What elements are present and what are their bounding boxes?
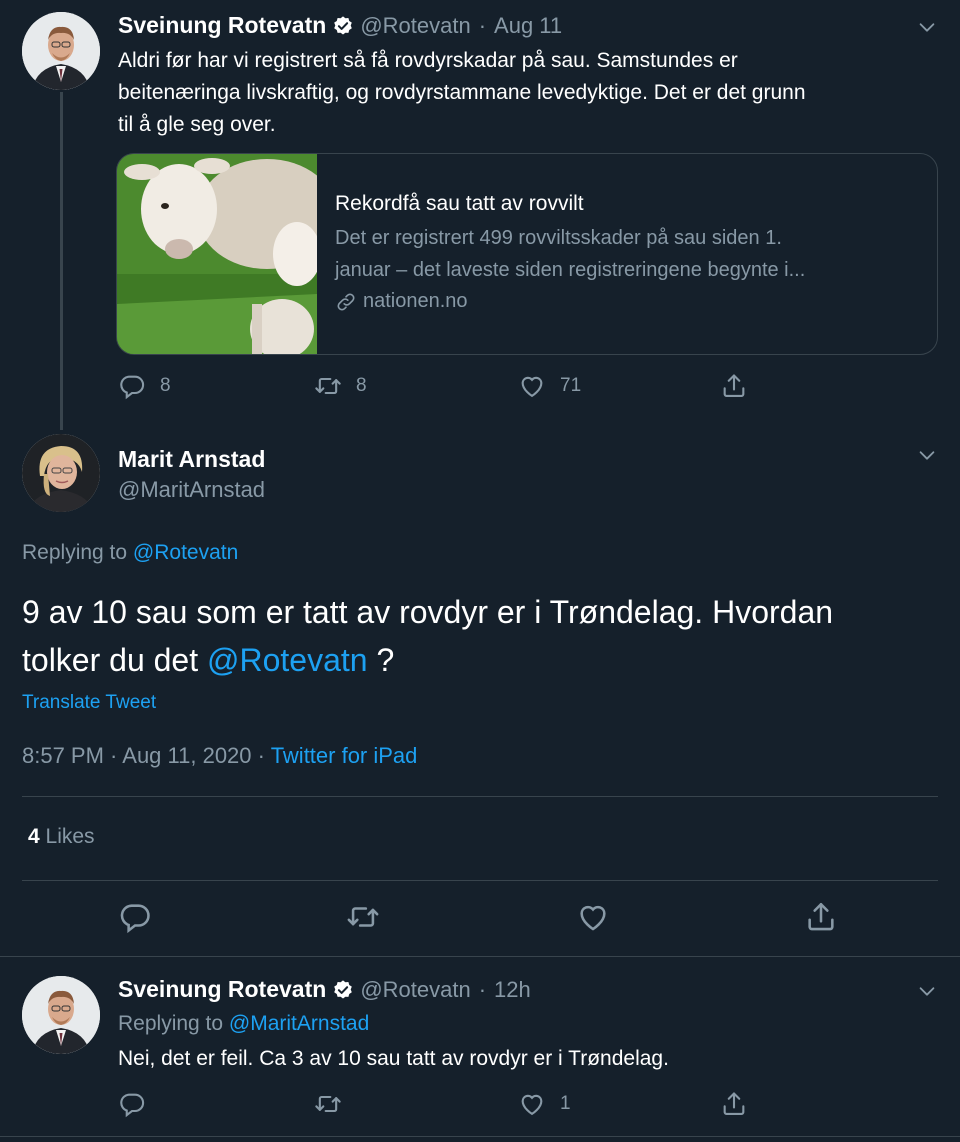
tweet1-text: Aldri før har vi registrert så få rovdyr… <box>118 45 806 141</box>
main-replying-prefix: Replying to <box>22 541 128 564</box>
link-preview-description-line: Det er registrert 499 rovviltsskader på … <box>335 227 782 249</box>
reply-icon <box>118 1090 146 1118</box>
divider <box>0 956 960 957</box>
link-preview-body: Rekordfå sau tatt av rovvilt Det er regi… <box>317 154 823 354</box>
tweet1-reply-button[interactable]: 8 <box>118 372 171 400</box>
main-tweet-text-line: tolker du det @Rotevatn ? <box>22 636 833 684</box>
link-preview-description: Det er registrert 499 rovviltsskader på … <box>335 222 805 286</box>
like-icon <box>576 900 610 934</box>
retweet-icon <box>346 900 380 934</box>
main-author-handle[interactable]: @MaritArnstad <box>118 477 265 503</box>
tweet3-time[interactable]: 12h <box>494 977 531 1003</box>
main-replying-to: Replying to @Rotevatn <box>22 541 238 565</box>
main-author-name[interactable]: Marit Arnstad <box>118 446 265 473</box>
tweet3-reply-button[interactable] <box>118 1090 146 1118</box>
avatar-rotevatn[interactable] <box>22 12 100 90</box>
tweet1-author-handle[interactable]: @Rotevatn <box>360 13 470 39</box>
tweet3-share-button[interactable] <box>720 1090 748 1118</box>
tweet3-like-button[interactable]: 1 <box>518 1090 571 1118</box>
share-icon <box>720 372 748 400</box>
tweet1-header: Sveinung Rotevatn @Rotevatn · Aug 11 <box>118 12 562 39</box>
tweet3-replying-to: Replying to @MaritArnstad <box>118 1012 369 1036</box>
main-likes-label: Likes <box>45 825 95 848</box>
main-tweet-text: 9 av 10 sau som er tatt av rovdyr er i T… <box>22 588 833 684</box>
verified-badge-icon <box>332 15 354 37</box>
main-like-button[interactable] <box>576 900 610 934</box>
like-icon <box>518 1090 546 1118</box>
tweet1-author-name[interactable]: Sveinung Rotevatn <box>118 12 326 39</box>
main-likes-count-row[interactable]: 4 Likes <box>28 825 95 849</box>
avatar-arnstad[interactable] <box>22 434 100 512</box>
avatar-rotevatn-image <box>22 12 100 90</box>
tweet3-retweet-button[interactable] <box>314 1090 342 1118</box>
avatar-rotevatn[interactable] <box>22 976 100 1054</box>
tweet1-retweet-button[interactable]: 8 <box>314 372 367 400</box>
tweet3-separator: · <box>478 976 487 1002</box>
tweet1-text-line: beitenæringa livskraftig, og rovdyrstamm… <box>118 81 806 104</box>
main-reply-button[interactable] <box>118 900 152 934</box>
tweet3-header: Sveinung Rotevatn @Rotevatn · 12h <box>118 976 531 1003</box>
tweet1-share-button[interactable] <box>720 372 748 400</box>
main-tweet-mention[interactable]: @Rotevatn <box>207 642 368 678</box>
divider <box>22 796 938 797</box>
tweet3-text: Nei, det er feil. Ca 3 av 10 sau tatt av… <box>118 1047 669 1070</box>
tweet1-text-line: Aldri før har vi registrert så få rovdyr… <box>118 49 738 72</box>
avatar-rotevatn-image <box>22 976 100 1054</box>
chevron-down-icon[interactable] <box>916 980 938 1002</box>
tweet1-separator: · <box>478 12 487 38</box>
tweet3-replying-prefix: Replying to <box>118 1012 224 1035</box>
chevron-down-icon[interactable] <box>916 444 938 466</box>
main-meta: 8:57 PM · Aug 11, 2020 · Twitter for iPa… <box>22 743 417 769</box>
tweet3-author-handle[interactable]: @Rotevatn <box>360 977 470 1003</box>
link-preview-domain-row: nationen.no <box>335 290 805 313</box>
main-share-button[interactable] <box>804 900 838 934</box>
like-icon <box>518 372 546 400</box>
verified-badge-icon <box>332 979 354 1001</box>
reply-icon <box>118 372 146 400</box>
link-preview-image <box>117 154 317 354</box>
link-preview-card[interactable]: Rekordfå sau tatt av rovvilt Det er regi… <box>116 153 938 355</box>
main-tweet-text-line: 9 av 10 sau som er tatt av rovdyr er i T… <box>22 594 834 630</box>
translate-tweet-link[interactable]: Translate Tweet <box>22 692 156 714</box>
main-replying-mention[interactable]: @Rotevatn <box>133 541 238 564</box>
retweet-icon <box>314 372 342 400</box>
tweet1-reply-count: 8 <box>160 375 171 396</box>
link-preview-description-line: januar – det laveste siden registreringe… <box>335 259 806 281</box>
tweet3-author-name[interactable]: Sveinung Rotevatn <box>118 976 326 1003</box>
tweet1-like-count: 71 <box>560 375 582 396</box>
main-timestamp[interactable]: 8:57 PM · Aug 11, 2020 · <box>22 743 265 768</box>
chevron-down-icon[interactable] <box>916 16 938 38</box>
main-likes-count: 4 <box>28 825 40 848</box>
link-icon <box>335 291 357 313</box>
divider <box>0 1136 960 1137</box>
share-icon <box>804 900 838 934</box>
main-source[interactable]: Twitter for iPad <box>271 743 418 768</box>
tweet1-time[interactable]: Aug 11 <box>494 13 562 39</box>
main-tweet-text-segment: ? <box>376 642 395 678</box>
share-icon <box>720 1090 748 1118</box>
tweet3-like-count: 1 <box>560 1093 571 1114</box>
thread-connector-line <box>60 92 63 430</box>
tweet1-retweet-count: 8 <box>356 375 367 396</box>
avatar-arnstad-image <box>22 434 100 512</box>
tweet1-text-line: til å gle seg over. <box>118 113 276 136</box>
tweet1-like-button[interactable]: 71 <box>518 372 581 400</box>
main-tweet-text-segment: tolker du det <box>22 642 199 678</box>
link-preview-domain: nationen.no <box>363 290 468 312</box>
tweet3-replying-mention[interactable]: @MaritArnstad <box>229 1012 369 1035</box>
divider <box>22 880 938 881</box>
retweet-icon <box>314 1090 342 1118</box>
main-retweet-button[interactable] <box>346 900 380 934</box>
reply-icon <box>118 900 152 934</box>
link-preview-title: Rekordfå sau tatt av rovvilt <box>335 192 584 215</box>
